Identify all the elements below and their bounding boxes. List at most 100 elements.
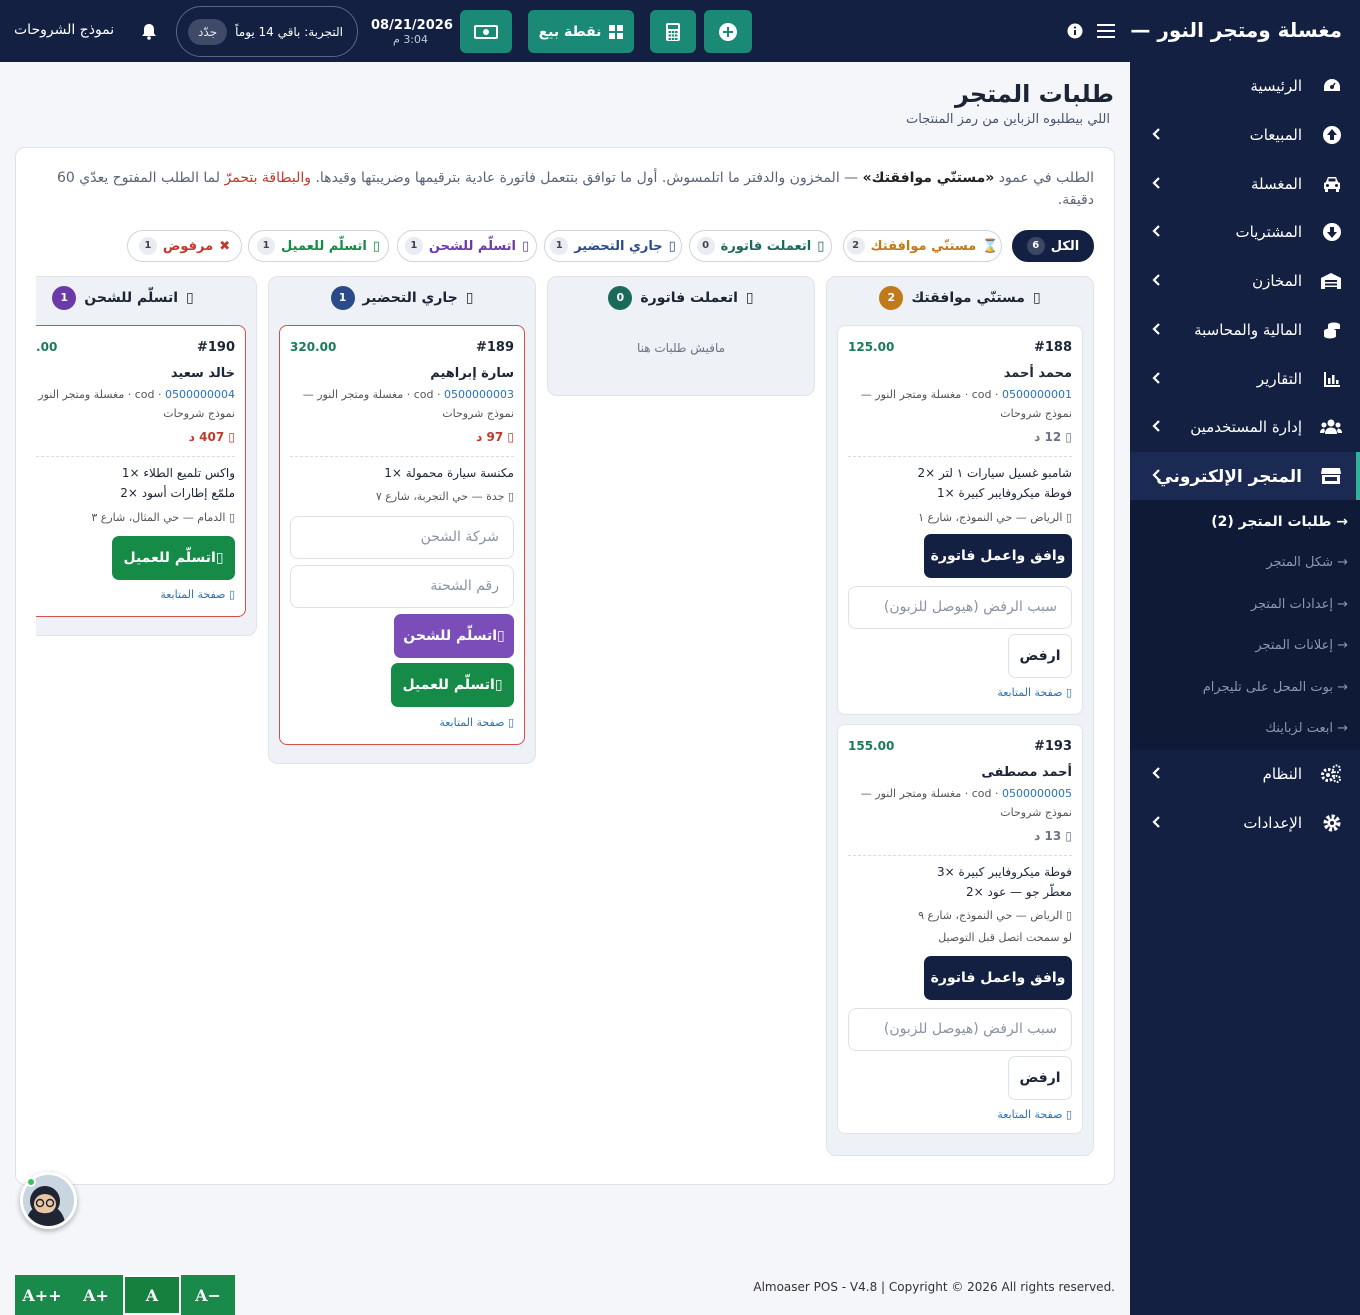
shipping-company-input[interactable]: شركة الشحن [290,516,514,559]
column-title: مستنّي موافقتك [911,290,1025,306]
trial-pill: التجربة: باقي 14 يوماً جدّد [176,6,358,57]
order-address-text: الرياض — حي النموذج، شارع ١ [918,511,1063,524]
chevron-down-icon [1150,468,1164,482]
coins-icon [1322,320,1342,340]
tracking-page-link[interactable]: ▯ صفحة المتابعة [160,588,235,601]
filter-invoiced[interactable]: ▯ اتعملت فاتورة 0 [689,230,832,262]
submenu-telegram-bot[interactable]: → بوت المحل على تليجرام [1203,680,1348,695]
font-size-xl-button[interactable]: A++ [15,1275,69,1315]
reject-button[interactable]: ارفض [1008,1056,1072,1100]
sidebar-item-laundry[interactable]: المغسلة [1130,160,1360,208]
sidebar-item-purchases[interactable]: المشتريات [1130,208,1360,256]
grid-icon [609,24,624,39]
cogs-icon [1321,764,1342,784]
submenu-store-settings[interactable]: → إعدادات المتجر [1251,597,1348,612]
filter-count: 1 [257,237,276,255]
filter-all[interactable]: الكل 6 [1012,230,1094,262]
submenu-broadcast[interactable]: → ابعت لزباينك [1265,721,1348,736]
order-card-189[interactable]: #189 320.00 سارة إبراهيم 0500000003 · co… [279,325,525,745]
sidebar-item-reports[interactable]: التقارير [1130,355,1360,403]
order-age: ▯ 13 د [1034,829,1072,843]
store-submenu: → طلبات المتجر (2) → شكل المتجر → إعدادا… [1130,500,1360,750]
sidebar: الرئيسية المبيعات المغسلة المشتريات المخ… [1130,62,1360,1315]
column-count: 1 [52,286,77,310]
customer-phone[interactable]: 0500000004 [165,388,235,401]
sidebar-item-system[interactable]: النظام [1130,750,1360,798]
calculator-button[interactable] [650,10,696,53]
add-button[interactable] [704,10,752,53]
sidebar-item-users[interactable]: إدارة المستخدمين [1130,403,1360,451]
hamburger-menu-icon[interactable] [1095,20,1117,42]
order-amount: 407.00 [36,340,58,354]
order-age-value: 97 د [476,430,504,444]
tracking-link-label: صفحة المتابعة [997,1108,1063,1121]
tracking-page-link[interactable]: ▯ صفحة المتابعة [997,686,1072,699]
filter-delivered[interactable]: ▯ اتسلّم للعميل 1 [248,230,389,262]
tracking-page-link[interactable]: ▯ صفحة المتابعة [439,716,514,729]
order-meta-text: · cod · مغسلة ومتجر النور — [36,388,162,401]
pos-button[interactable]: نقطة بيع [528,10,634,53]
sidebar-item-settings[interactable]: الإعدادات [1130,799,1360,847]
button-label: اتسلّم للشحن [403,628,498,644]
sidebar-item-finance[interactable]: المالية والمحاسبة [1130,306,1360,354]
mark-delivered-button[interactable]: ▯ اتسلّم للعميل [391,663,514,707]
approve-invoice-button[interactable]: وافق واعمل فاتورة [924,534,1072,578]
footer-copyright: Almoaser POS - V4.8 | Copyright © 2026 A… [753,1280,1115,1294]
mark-delivered-button[interactable]: ▯ اتسلّم للعميل [112,536,235,580]
sidebar-item-online-store[interactable]: المتجر الإلكتروني [1130,452,1360,500]
column-shipped: ▯ اتسلّم للشحن 1 #190 407.00 خالد سعيد 0… [36,276,257,636]
order-card-193[interactable]: #193 155.00 أحمد مصطفى 0500000005 · cod … [837,724,1083,1134]
column-title: اتعملت فاتورة [640,290,738,306]
order-meta: 0500000004 · cod · مغسلة ومتجر النور — [36,388,235,401]
info-icon[interactable] [1064,20,1086,42]
mark-shipped-button[interactable]: ▯ اتسلّم للشحن [394,614,514,658]
warehouse-icon [1321,271,1342,291]
sidebar-item-label: إدارة المستخدمين [1190,418,1302,436]
renew-button[interactable]: جدّد [188,18,228,45]
external-link-icon: ▯ [507,716,514,729]
bell-icon[interactable] [138,20,160,42]
cash-button[interactable] [460,10,512,53]
reject-reason-input[interactable]: سبب الرفض (هيوصل للزبون) [848,1008,1072,1051]
order-meta-text: · cod · مغسلة ومتجر النور — [302,388,444,401]
order-card-190[interactable]: #190 407.00 خالد سعيد 0500000004 · cod ·… [36,325,246,617]
arrow-down-circle-icon [1322,222,1342,242]
filter-shipped[interactable]: ▯ اتسلّم للشحن 1 [397,230,537,262]
font-size-normal-button[interactable]: A [123,1275,181,1315]
customer-phone[interactable]: 0500000005 [1002,787,1072,800]
submenu-store-theme[interactable]: → شكل المتجر [1266,555,1348,570]
approve-invoice-button[interactable]: وافق واعمل فاتورة [924,956,1072,1000]
filter-count: 2 [846,237,865,255]
sidebar-item-home[interactable]: الرئيسية [1130,62,1360,110]
filter-rejected[interactable]: ✖ مرفوض 1 [127,230,242,262]
tracking-number-input[interactable]: رقم الشحنة [290,565,514,608]
font-size-large-button[interactable]: A+ [69,1275,123,1315]
filter-pending[interactable]: ⌛ مستنّي موافقتك 2 [843,230,1002,262]
tracking-page-link[interactable]: ▯ صفحة المتابعة [997,1108,1072,1121]
note-highlight: «مستنّي موافقتك» [862,170,995,186]
order-card-188[interactable]: #188 125.00 محمد أحمد 0500000001 · cod ·… [837,325,1083,715]
sidebar-item-label: الإعدادات [1243,814,1302,832]
filter-preparing[interactable]: ▯ جاري التحضير 1 [544,230,682,262]
kanban-board: ▯ مستنّي موافقتك 2 #188 125.00 محمد أحمد… [36,276,1096,1176]
tracking-link-label: صفحة المتابعة [160,588,226,601]
store-selector[interactable]: نموذج الشروحات [14,22,114,38]
divider [848,456,1072,457]
submenu-store-ads[interactable]: → إعلانات المتجر [1255,638,1348,653]
customer-phone[interactable]: 0500000003 [444,388,514,401]
reject-reason-input[interactable]: سبب الرفض (هيوصل للزبون) [848,586,1072,629]
order-age-value: 407 د [188,430,225,444]
customer-phone[interactable]: 0500000001 [1002,388,1072,401]
filter-count: 0 [696,237,715,255]
customer-name: محمد أحمد [1003,366,1072,381]
hourglass-icon: ▯ [1032,290,1041,306]
filter-label: الكل [1050,238,1080,254]
font-size-small-button[interactable]: A− [181,1275,235,1315]
sidebar-item-warehouses[interactable]: المخازن [1130,257,1360,305]
reject-button[interactable]: ارفض [1008,634,1072,678]
submenu-store-orders[interactable]: → طلبات المتجر (2) [1211,514,1348,530]
column-header: ▯ مستنّي موافقتك 2 [827,286,1093,310]
sidebar-item-sales[interactable]: المبيعات [1130,111,1360,159]
dashboard-gauge-icon [1322,76,1342,96]
invoice-icon: ▯ [817,238,825,254]
